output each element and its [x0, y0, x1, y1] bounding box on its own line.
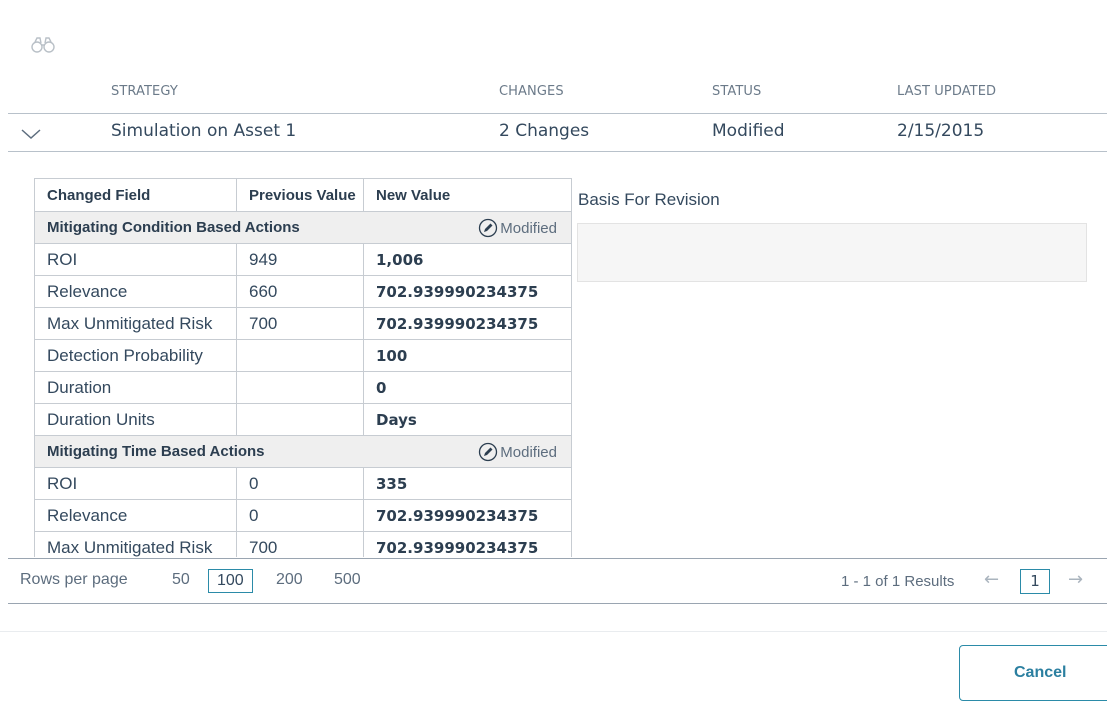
new-cell: 0 [363, 371, 572, 404]
new-cell: 100 [363, 339, 572, 372]
table-row: ROI 949 1,006 [34, 243, 572, 276]
column-header-changes[interactable]: CHANGES [499, 84, 564, 99]
prev-cell [236, 371, 364, 404]
prev-cell: 0 [236, 467, 364, 500]
new-cell: Days [363, 403, 572, 436]
basis-for-revision-field[interactable] [577, 223, 1087, 282]
rows-option-200[interactable]: 200 [276, 571, 303, 589]
row-strategy[interactable]: Simulation on Asset 1 [111, 121, 296, 141]
new-cell: 702.939990234375 [363, 531, 572, 557]
prev-cell: 0 [236, 499, 364, 532]
prev-cell: 700 [236, 307, 364, 340]
rows-per-page-label: Rows per page [20, 571, 128, 588]
group-row: Mitigating Time Based Actions Modified [34, 435, 572, 468]
new-cell: 1,006 [363, 243, 572, 276]
pencil-circle-icon [479, 218, 498, 238]
row-status: Modified [712, 121, 785, 141]
prev-cell: 700 [236, 531, 364, 557]
row-divider [8, 151, 1107, 152]
cancel-button[interactable]: Cancel [959, 645, 1107, 701]
column-header-strategy[interactable]: STRATEGY [111, 84, 178, 99]
prev-page-icon[interactable]: ← [984, 569, 999, 590]
table-row: Relevance 660 702.939990234375 [34, 275, 572, 308]
current-page[interactable]: 1 [1020, 569, 1050, 594]
col-previous-value: Previous Value [236, 178, 364, 212]
col-changed-field: Changed Field [34, 178, 237, 212]
col-new-value: New Value [363, 178, 572, 212]
field-cell: Detection Probability [34, 339, 237, 372]
new-cell: 702.939990234375 [363, 307, 572, 340]
table-row: Max Unmitigated Risk 700 702.93999023437… [34, 531, 572, 557]
next-page-icon[interactable]: → [1068, 569, 1083, 590]
changes-table: Changed Field Previous Value New Value M… [34, 178, 572, 557]
rows-option-100[interactable]: 100 [208, 569, 253, 593]
prev-cell [236, 403, 364, 436]
table-row: Relevance 0 702.939990234375 [34, 499, 572, 532]
results-count: 1 - 1 of 1 Results [841, 573, 955, 590]
changes-table-scroll[interactable]: Changed Field Previous Value New Value M… [34, 178, 574, 557]
column-header-status[interactable]: STATUS [712, 84, 761, 99]
group-row: Mitigating Condition Based Actions Modif… [34, 211, 572, 244]
column-header-last-updated[interactable]: LAST UPDATED [897, 84, 996, 99]
field-cell: Max Unmitigated Risk [34, 307, 237, 340]
field-cell: Max Unmitigated Risk [34, 531, 237, 557]
binoculars-icon[interactable] [31, 36, 55, 54]
footer-separator [0, 631, 1107, 632]
table-row: Detection Probability 100 [34, 339, 572, 372]
group-name: Mitigating Condition Based Actions [47, 219, 300, 236]
field-cell: Relevance [34, 275, 237, 308]
prev-cell: 949 [236, 243, 364, 276]
field-cell: Relevance [34, 499, 237, 532]
new-cell: 702.939990234375 [363, 499, 572, 532]
basis-for-revision-label: Basis For Revision [578, 190, 720, 209]
prev-cell: 660 [236, 275, 364, 308]
field-cell: Duration [34, 371, 237, 404]
rows-option-500[interactable]: 500 [334, 571, 361, 589]
chevron-down-icon[interactable] [20, 127, 42, 141]
prev-cell [236, 339, 364, 372]
pager-divider-top [8, 558, 1107, 559]
table-row: Duration Units Days [34, 403, 572, 436]
modified-badge: Modified [478, 218, 557, 238]
table-row: ROI 0 335 [34, 467, 572, 500]
table-row: Duration 0 [34, 371, 572, 404]
header-divider [8, 113, 1107, 114]
pencil-circle-icon [479, 442, 498, 462]
group-name: Mitigating Time Based Actions [47, 443, 265, 460]
new-cell: 702.939990234375 [363, 275, 572, 308]
table-row: Max Unmitigated Risk 700 702.93999023437… [34, 307, 572, 340]
row-changes: 2 Changes [499, 121, 590, 141]
pager-divider-bottom [8, 603, 1107, 604]
modified-badge: Modified [478, 442, 557, 462]
rows-option-50[interactable]: 50 [172, 571, 190, 589]
field-cell: ROI [34, 467, 237, 500]
field-cell: Duration Units [34, 403, 237, 436]
field-cell: ROI [34, 243, 237, 276]
new-cell: 335 [363, 467, 572, 500]
row-last-updated: 2/15/2015 [897, 121, 985, 141]
